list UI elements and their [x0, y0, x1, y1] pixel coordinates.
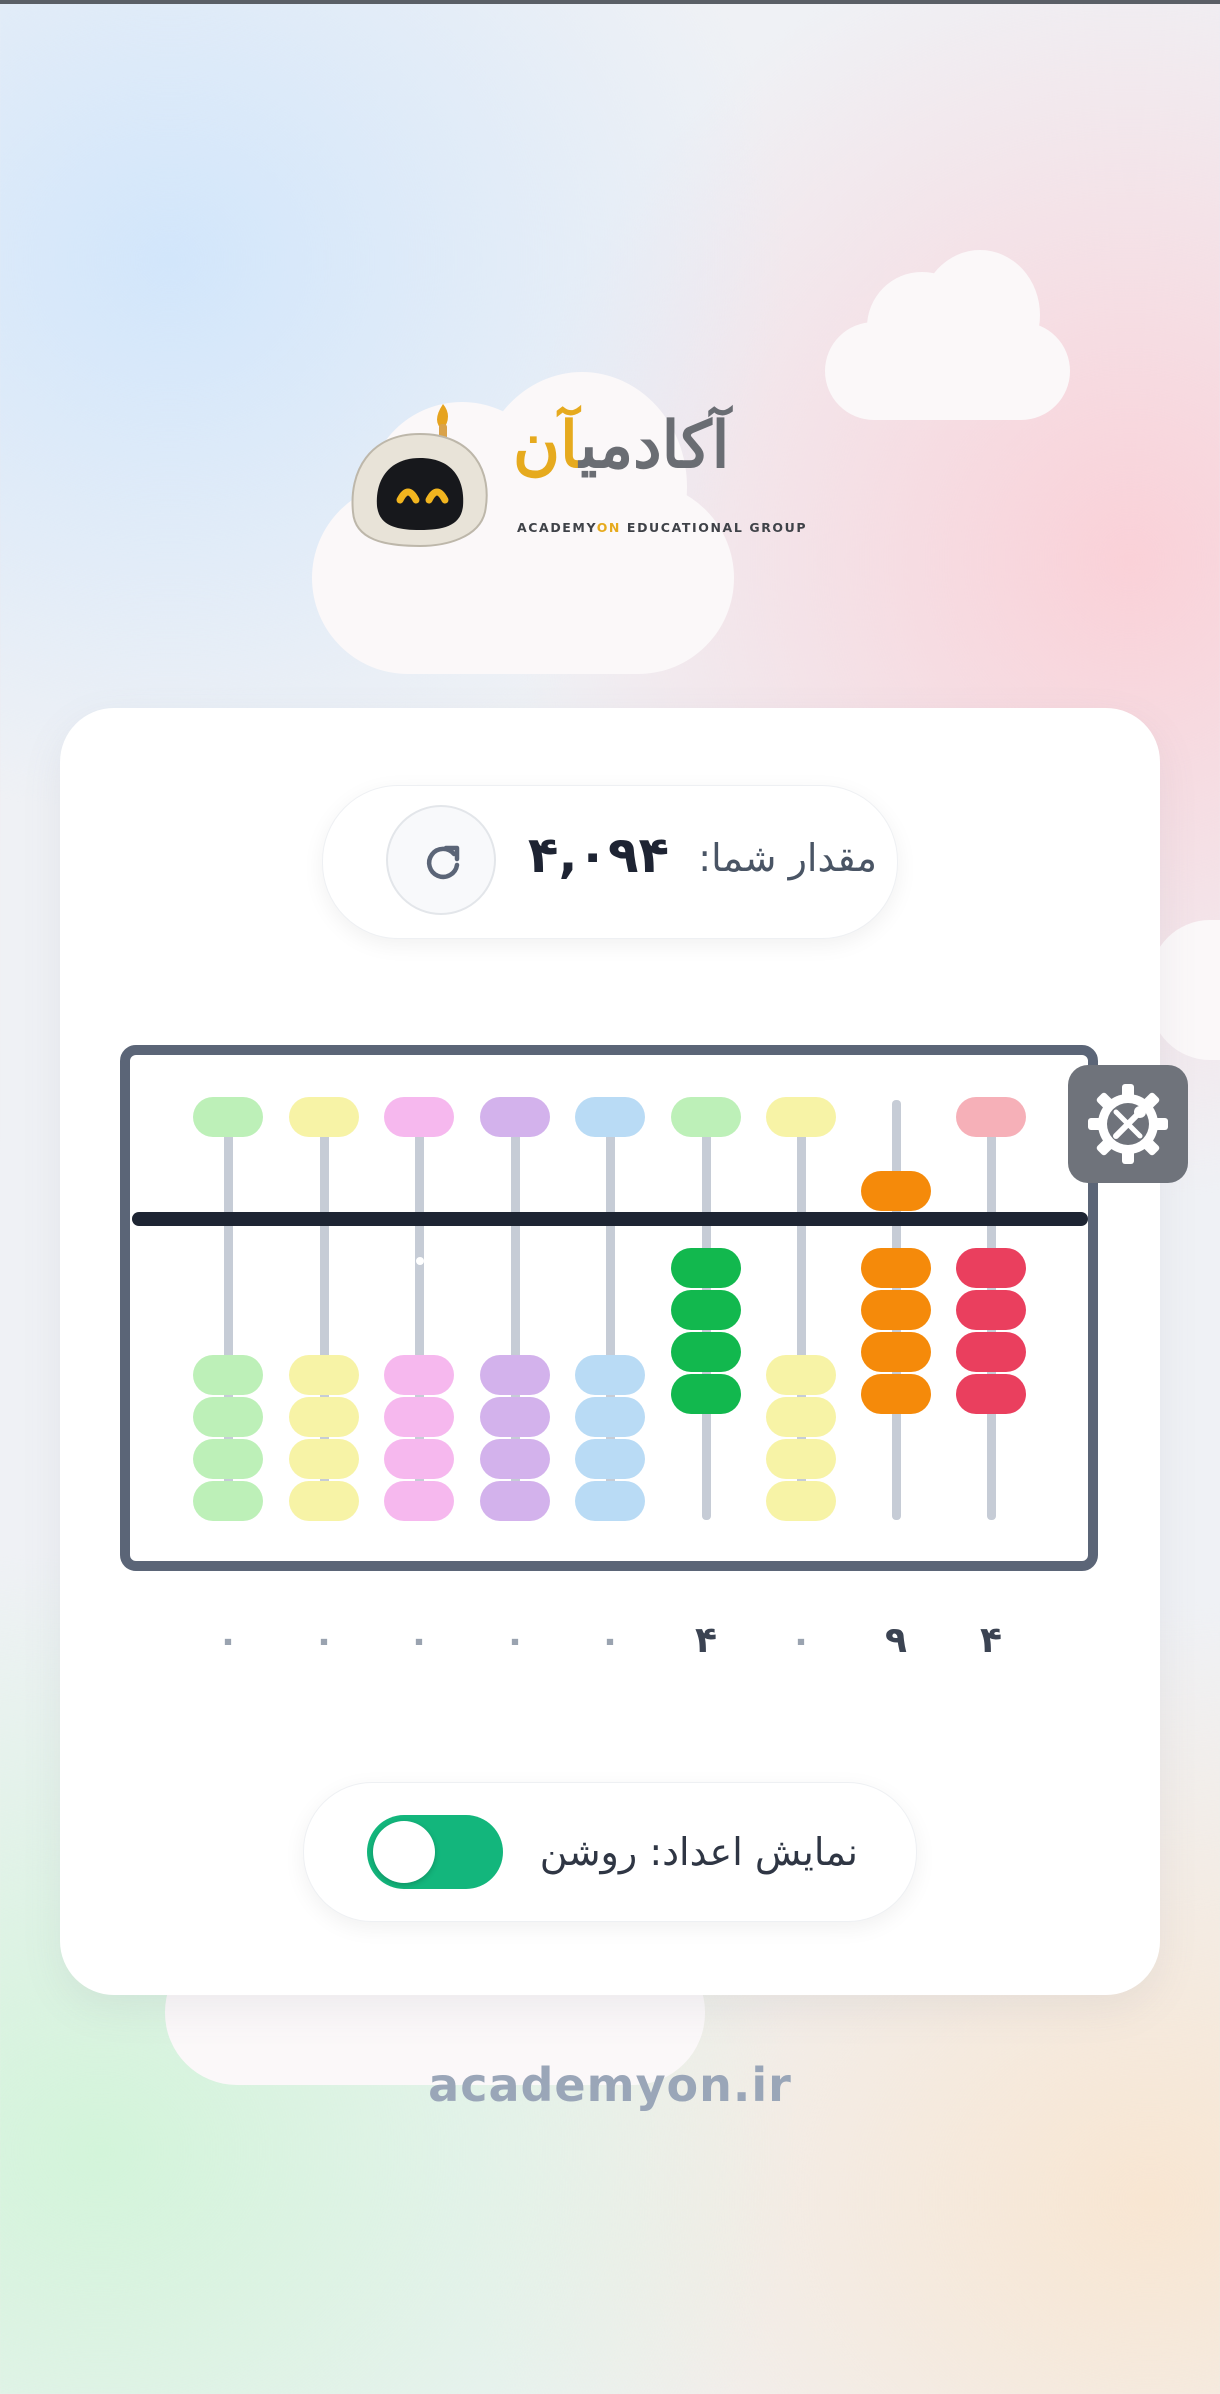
rod-digit: ۴: [695, 1620, 717, 1661]
rod-digit: ۹: [885, 1620, 907, 1661]
value-display: مقدار شما: ۴,۰۹۴: [322, 785, 898, 939]
abacus-bead[interactable]: [193, 1397, 263, 1437]
abacus-bead-active[interactable]: [861, 1290, 931, 1330]
show-numbers-label: نمایش اعداد: روشن: [539, 1830, 858, 1874]
abacus-bead-active[interactable]: [671, 1290, 741, 1330]
abacus-bead[interactable]: [766, 1355, 836, 1395]
abacus-bead[interactable]: [766, 1097, 836, 1137]
abacus-bead[interactable]: [289, 1481, 359, 1521]
background-cloud-top-right: [825, 250, 1070, 420]
abacus-bead-active[interactable]: [956, 1248, 1026, 1288]
abacus-bead[interactable]: [480, 1355, 550, 1395]
abacus-bead[interactable]: [384, 1355, 454, 1395]
abacus-bead[interactable]: [193, 1439, 263, 1479]
abacus-bead[interactable]: [575, 1355, 645, 1395]
rod-digit: ۰: [790, 1620, 812, 1661]
unit-marker-dot: [416, 1257, 424, 1265]
abacus-bead-active[interactable]: [671, 1332, 741, 1372]
abacus-bead[interactable]: [766, 1481, 836, 1521]
rod-digit: ۰: [504, 1620, 526, 1661]
abacus-bead[interactable]: [384, 1397, 454, 1437]
abacus-beam: [132, 1212, 1088, 1226]
status-divider: [0, 0, 1220, 4]
abacus-bead[interactable]: [289, 1097, 359, 1137]
abacus-bead[interactable]: [480, 1397, 550, 1437]
background-cloud-right-edge: [1150, 880, 1220, 1060]
abacus-bead[interactable]: [384, 1439, 454, 1479]
abacus-bead-active[interactable]: [861, 1248, 931, 1288]
abacus-bead[interactable]: [193, 1355, 263, 1395]
abacus-bead[interactable]: [384, 1097, 454, 1137]
rod-digit: ۰: [217, 1620, 239, 1661]
rod-digit: ۰: [408, 1620, 430, 1661]
abacus-bead[interactable]: [193, 1097, 263, 1137]
abacus-bead-active[interactable]: [861, 1332, 931, 1372]
robot-mascot-icon: [351, 404, 488, 548]
abacus-bead-active[interactable]: [861, 1374, 931, 1414]
abacus-bead[interactable]: [956, 1097, 1026, 1137]
abacus-bead[interactable]: [480, 1439, 550, 1479]
abacus-bead-active[interactable]: [956, 1374, 1026, 1414]
abacus-bead[interactable]: [671, 1097, 741, 1137]
abacus-bead[interactable]: [289, 1397, 359, 1437]
rod-digit: ۰: [599, 1620, 621, 1661]
value-number: ۴,۰۹۴: [527, 826, 669, 884]
abacus-bead[interactable]: [575, 1439, 645, 1479]
abacus-bead-active[interactable]: [861, 1171, 931, 1211]
toggle-knob: [373, 1821, 435, 1883]
reset-button[interactable]: [386, 805, 496, 915]
abacus-bead[interactable]: [575, 1397, 645, 1437]
value-label: مقدار شما:: [698, 836, 877, 880]
brand-tagline: ACADEMYON EDUCATIONAL GROUP: [517, 520, 808, 535]
brand-name-persian: آکادمیآن: [513, 408, 730, 483]
abacus-bead-active[interactable]: [671, 1374, 741, 1414]
show-numbers-setting: نمایش اعداد: روشن: [303, 1782, 917, 1922]
website-url[interactable]: academyon.ir: [0, 2058, 1220, 2112]
abacus-bead[interactable]: [480, 1097, 550, 1137]
show-numbers-toggle[interactable]: [367, 1815, 503, 1889]
abacus-bead[interactable]: [193, 1481, 263, 1521]
abacus-bead-active[interactable]: [956, 1290, 1026, 1330]
abacus-bead[interactable]: [766, 1439, 836, 1479]
rod-digit: ۴: [980, 1620, 1002, 1661]
abacus-bead[interactable]: [289, 1355, 359, 1395]
academyon-logo: آکادمیآن ACADEMYON EDUCATIONAL GROUP: [345, 362, 815, 552]
abacus-bead[interactable]: [480, 1481, 550, 1521]
abacus-bead[interactable]: [289, 1439, 359, 1479]
rod-digit: ۰: [313, 1620, 335, 1661]
settings-button[interactable]: [1068, 1065, 1188, 1183]
refresh-icon: [426, 845, 460, 880]
abacus-bead[interactable]: [575, 1481, 645, 1521]
tools-gear-icon: [1088, 1084, 1168, 1164]
abacus-bead-active[interactable]: [956, 1332, 1026, 1372]
abacus-bead[interactable]: [766, 1397, 836, 1437]
abacus-bead[interactable]: [384, 1481, 454, 1521]
abacus-bead[interactable]: [575, 1097, 645, 1137]
abacus-bead-active[interactable]: [671, 1248, 741, 1288]
